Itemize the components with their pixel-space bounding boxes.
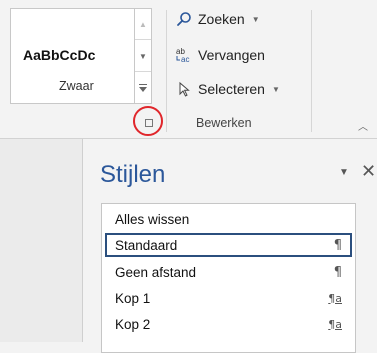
style-item-label: Kop 1 xyxy=(115,290,151,306)
collapse-ribbon-icon[interactable]: ︿ xyxy=(358,118,368,133)
highlight-circle xyxy=(133,106,163,136)
select-cursor-icon xyxy=(175,80,193,98)
triangle-down-icon: ▼ xyxy=(139,51,147,61)
document-area xyxy=(0,139,82,342)
style-preview-text: AaBbCcDc xyxy=(23,47,96,63)
group-divider xyxy=(166,10,167,132)
linked-style-icon: ¶a xyxy=(328,291,342,305)
style-item-standaard[interactable]: Standaard ¶ xyxy=(105,233,352,257)
clear-all-item[interactable]: Alles wissen xyxy=(105,207,352,231)
replace-label: Vervangen xyxy=(198,47,265,63)
group-divider xyxy=(311,10,312,132)
style-item-kop-1[interactable]: Kop 1 ¶a xyxy=(105,286,352,310)
styles-pane: Stijlen ▼ ✕ Alles wissen Standaard ¶ Gee… xyxy=(83,139,377,353)
style-gallery-item[interactable]: AaBbCcDc Zwaar xyxy=(10,8,135,104)
editing-group-label: Bewerken xyxy=(196,116,252,130)
ribbon: AaBbCcDc Zwaar ▲ ▼ Zoeken ▼ ab ac Vervan… xyxy=(0,0,377,138)
gallery-scroll-controls: ▲ ▼ xyxy=(135,8,152,104)
pane-options-chevron-icon[interactable]: ▼ xyxy=(339,167,349,178)
style-item-label: Standaard xyxy=(115,237,178,253)
style-name-label: Zwaar xyxy=(59,79,94,93)
gallery-more-icon xyxy=(139,84,147,93)
style-item-label: Geen afstand xyxy=(115,264,197,280)
paragraph-mark-icon: ¶ xyxy=(333,264,342,280)
search-icon xyxy=(175,10,193,28)
replace-icon: ab ac xyxy=(175,46,193,64)
gallery-scroll-down-button[interactable]: ▼ xyxy=(135,41,151,72)
find-button[interactable]: Zoeken ▼ xyxy=(175,10,260,28)
chevron-down-icon: ▼ xyxy=(271,84,280,94)
select-button[interactable]: Selecteren ▼ xyxy=(175,80,280,98)
clear-all-label: Alles wissen xyxy=(115,211,190,227)
linked-style-icon: ¶a xyxy=(328,317,342,331)
style-item-label: Kop 2 xyxy=(115,316,151,332)
styles-pane-title: Stijlen xyxy=(100,161,166,188)
paragraph-mark-icon: ¶ xyxy=(333,237,342,253)
svg-text:ac: ac xyxy=(181,55,189,64)
triangle-up-icon: ▲ xyxy=(139,19,147,29)
close-icon[interactable]: ✕ xyxy=(361,161,376,182)
chevron-down-icon: ▼ xyxy=(251,14,260,24)
gallery-scroll-up-button[interactable]: ▲ xyxy=(135,9,151,40)
find-label: Zoeken xyxy=(198,11,245,27)
select-label: Selecteren xyxy=(198,81,265,97)
gallery-more-button[interactable] xyxy=(135,73,151,104)
styles-list: Alles wissen Standaard ¶ Geen afstand ¶ … xyxy=(101,203,356,353)
replace-button[interactable]: ab ac Vervangen xyxy=(175,46,265,64)
style-item-geen-afstand[interactable]: Geen afstand ¶ xyxy=(105,260,352,284)
style-item-kop-2[interactable]: Kop 2 ¶a xyxy=(105,312,352,336)
